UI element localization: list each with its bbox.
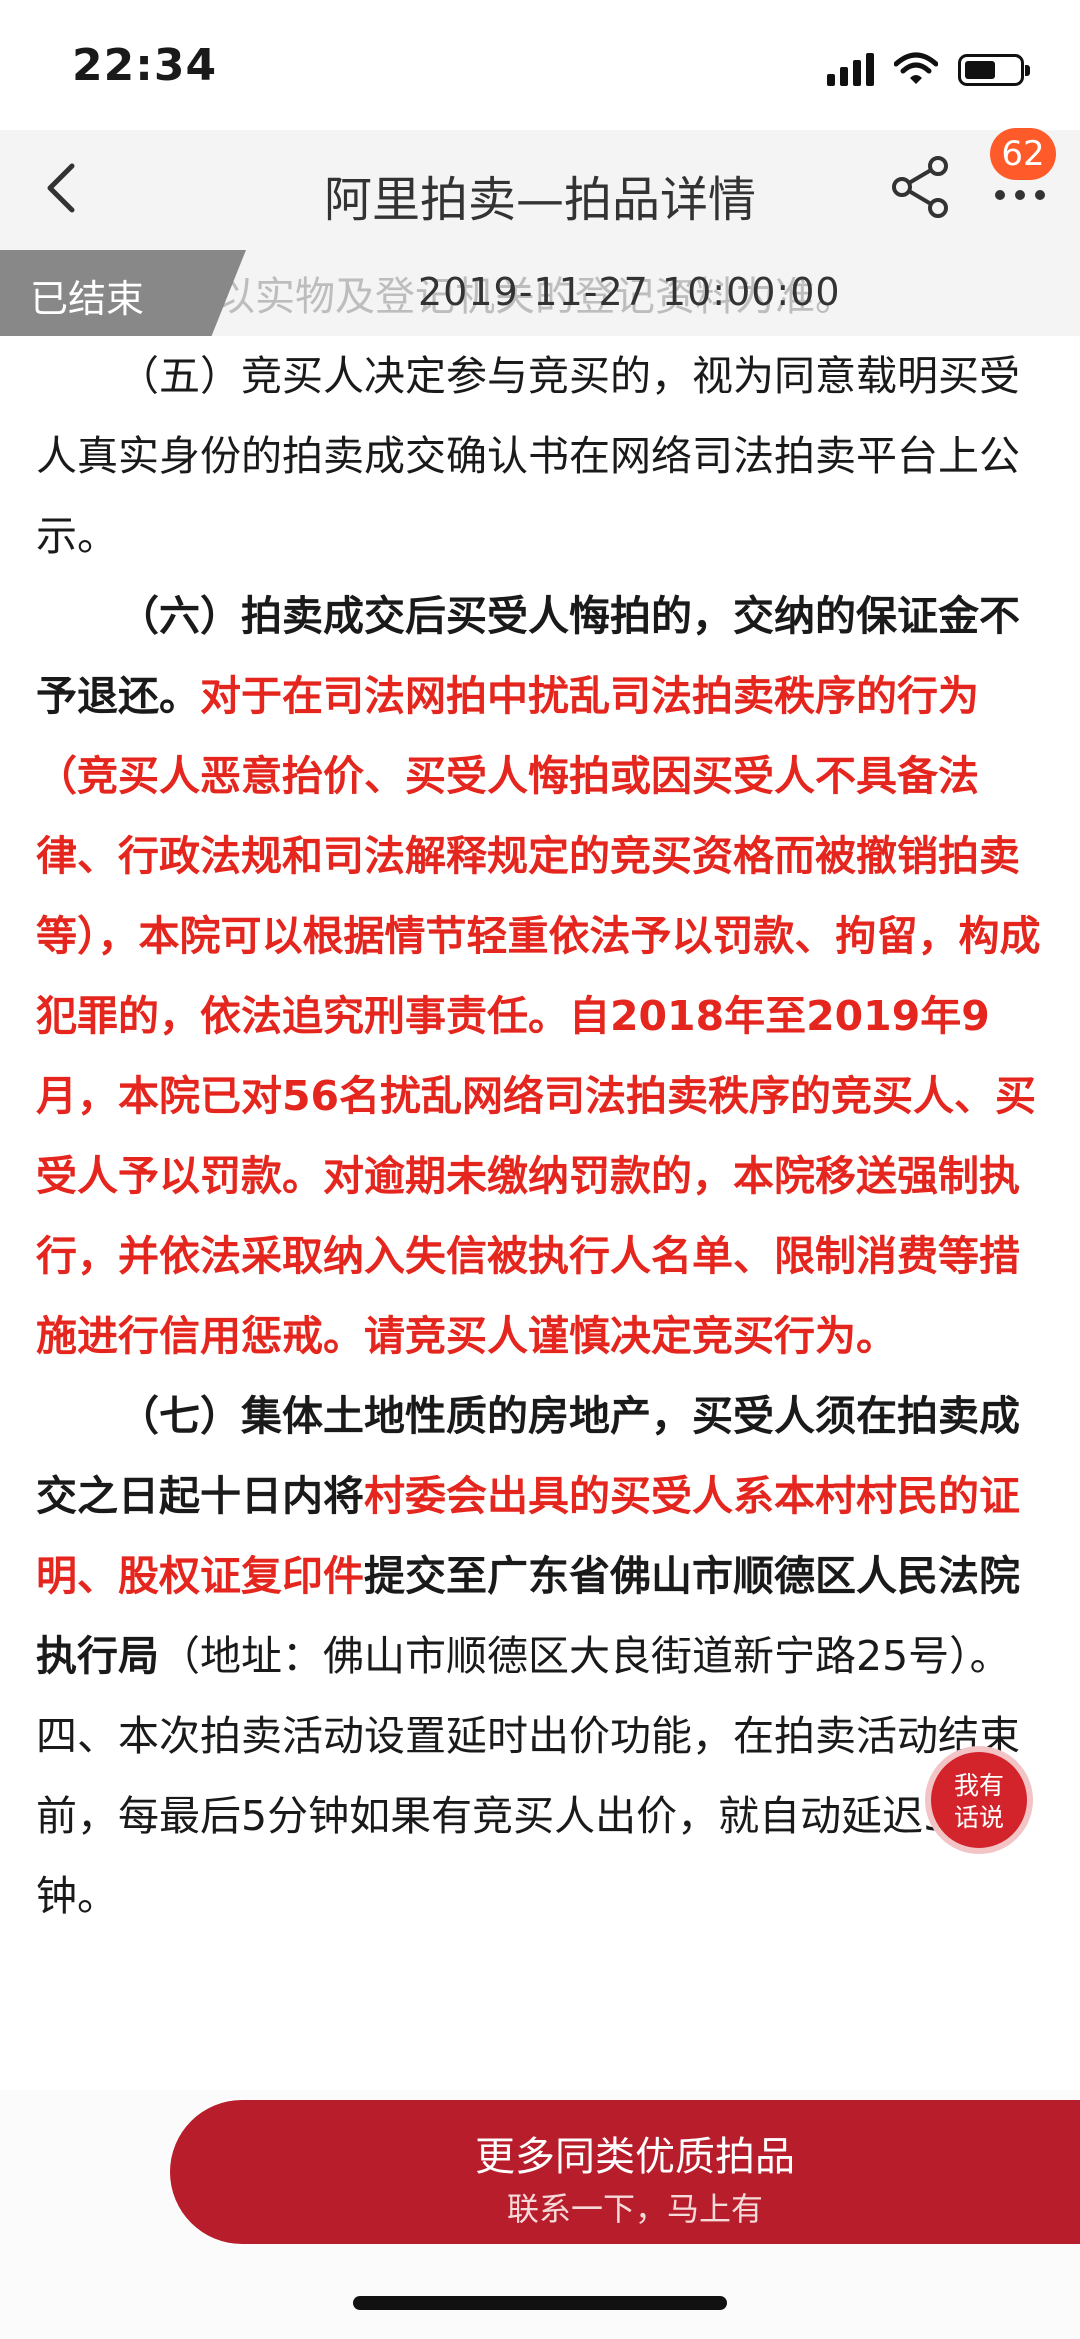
cta-subtitle: 联系一下，马上有 — [506, 2190, 763, 2228]
battery-icon — [958, 54, 1030, 86]
chat-button-line2: 话说 — [953, 1803, 1004, 1832]
cta-title: 更多同类优质拍品 — [475, 2134, 795, 2180]
clause-seven-address: （地址：佛山市顺德区大良街道新宁路25号）。 — [159, 1632, 1011, 1680]
status-tag-label: 已结束 — [30, 277, 145, 321]
notification-badge: 62 — [990, 128, 1056, 180]
clause-five: （五）竞买人决定参与竞买的，视为同意载明买受人真实身份的拍卖成交确认书在网络司法… — [36, 352, 1020, 560]
wifi-icon — [894, 52, 938, 84]
share-icon[interactable] — [888, 154, 954, 220]
more-icon[interactable] — [990, 180, 1050, 210]
status-icons — [827, 46, 1030, 86]
clause-seven: （七）集体土地性质的房地产，买受人须在拍卖成交之日起十日内将村委会出具的买受人系… — [36, 1376, 1046, 1696]
clause-six-warning: 对于在司法网拍中扰乱司法拍卖秩序的行为（竞买人恶意抬价、买受人悔拍或因买受人不具… — [36, 672, 1041, 1360]
home-indicator[interactable] — [353, 2296, 727, 2310]
auction-notice-content: （五）竞买人决定参与竞买的，视为同意载明买受人真实身份的拍卖成交确认书在网络司法… — [36, 336, 1046, 1936]
clause-six: （六）拍卖成交后买受人悔拍的，交纳的保证金不予退还。对于在司法网拍中扰乱司法拍卖… — [36, 576, 1046, 1376]
more-items-button[interactable]: 更多同类优质拍品 联系一下，马上有 — [170, 2100, 1080, 2244]
chat-button[interactable]: 我有 话说 — [925, 1746, 1033, 1854]
clause-four-delay: 四、本次拍卖活动设置延时出价功能，在拍卖活动结束前，每最后5分钟如果有竞买人出价… — [36, 1712, 1020, 1920]
status-time: 22:34 — [72, 40, 218, 91]
status-bar: 22:34 — [0, 0, 1080, 130]
auction-status-bar: 况以实物及登记机关的登记资料为准。 已结束 2019-11-27 10:00:0… — [0, 250, 1080, 336]
chat-button-line1: 我有 — [953, 1771, 1004, 1800]
signal-icon — [827, 52, 874, 86]
end-time: 2019-11-27 10:00:00 — [418, 270, 841, 314]
nav-bar: 阿里拍卖—拍品详情 — [0, 130, 1080, 250]
status-tag: 已结束 — [0, 250, 246, 336]
